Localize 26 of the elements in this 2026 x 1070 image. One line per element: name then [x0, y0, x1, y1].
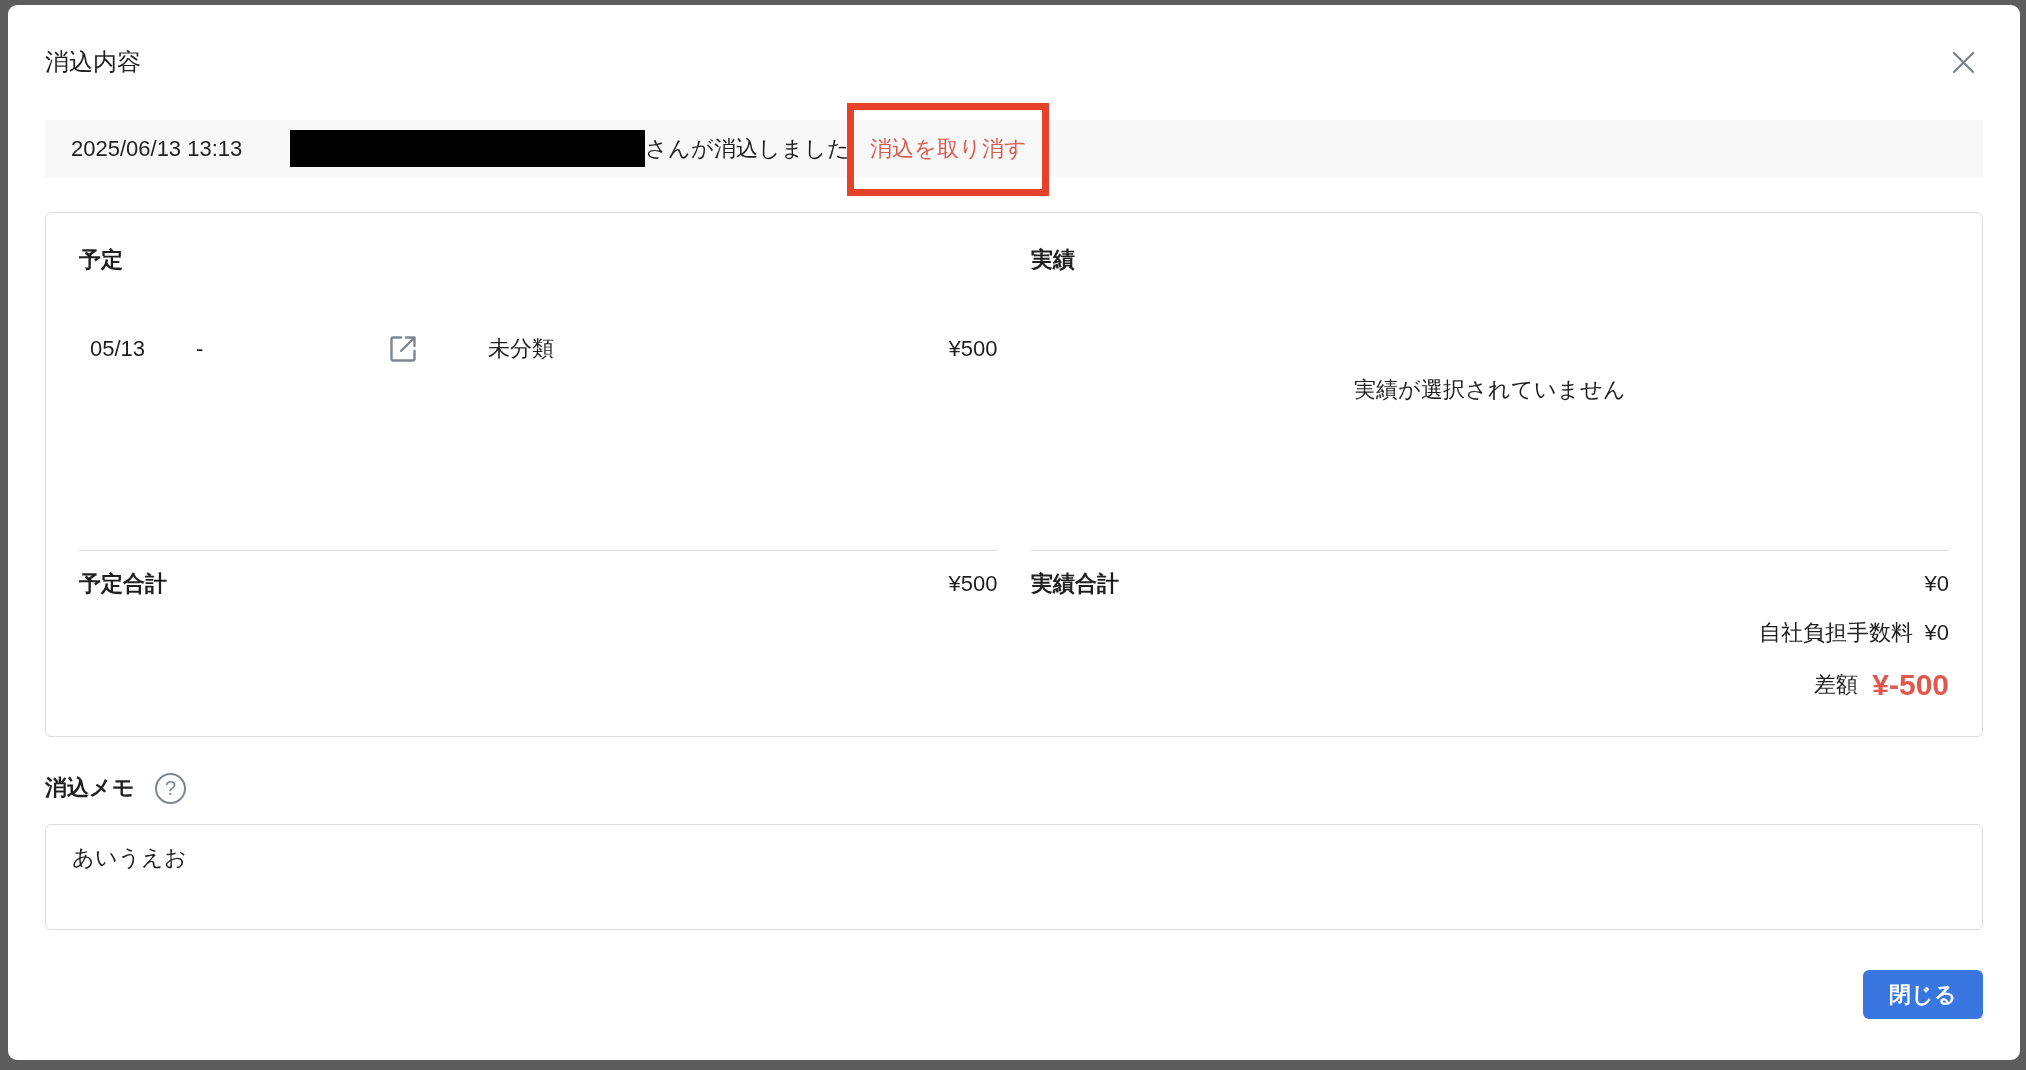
planned-heading: 予定 — [79, 246, 124, 274]
close-icon — [1952, 50, 1975, 74]
difference-amount: ¥-500 — [1872, 667, 1949, 703]
date-text: 05/13 — [90, 335, 147, 363]
difference-label: 差額 — [1814, 671, 1859, 699]
history-timestamp: 2025/06/13 13:13 — [71, 134, 243, 163]
fee-amount: ¥0 — [1924, 619, 1949, 647]
memo-field[interactable]: あいうえお — [45, 824, 1983, 930]
undo-link[interactable]: 消込を取り消す — [870, 131, 1028, 166]
memo-label: 消込メモ — [45, 774, 135, 802]
total-amount: ¥500 — [948, 570, 998, 598]
close-dialog-button[interactable]: 閉じる — [1863, 970, 1983, 1019]
dialog-title: 消込内容 — [45, 47, 141, 77]
total-label: 実績合計 — [1030, 570, 1119, 598]
amount-text: ¥500 — [948, 335, 998, 363]
external-link-icon[interactable] — [388, 334, 418, 364]
total-amount: ¥0 — [1924, 570, 1949, 598]
actual-heading: 実績 — [1030, 246, 1076, 274]
row-text: - — [196, 335, 205, 363]
category-text: 未分類 — [488, 335, 554, 363]
close-button[interactable] — [1952, 50, 1975, 74]
fee-label: 自社負担手数料 — [1758, 619, 1913, 647]
history-message: さんが消込しました — [645, 134, 851, 163]
empty-message: 実績が選択されていません — [1352, 376, 1627, 404]
total-label: 予定合計 — [79, 570, 167, 598]
help-icon[interactable]: ? — [155, 772, 186, 804]
